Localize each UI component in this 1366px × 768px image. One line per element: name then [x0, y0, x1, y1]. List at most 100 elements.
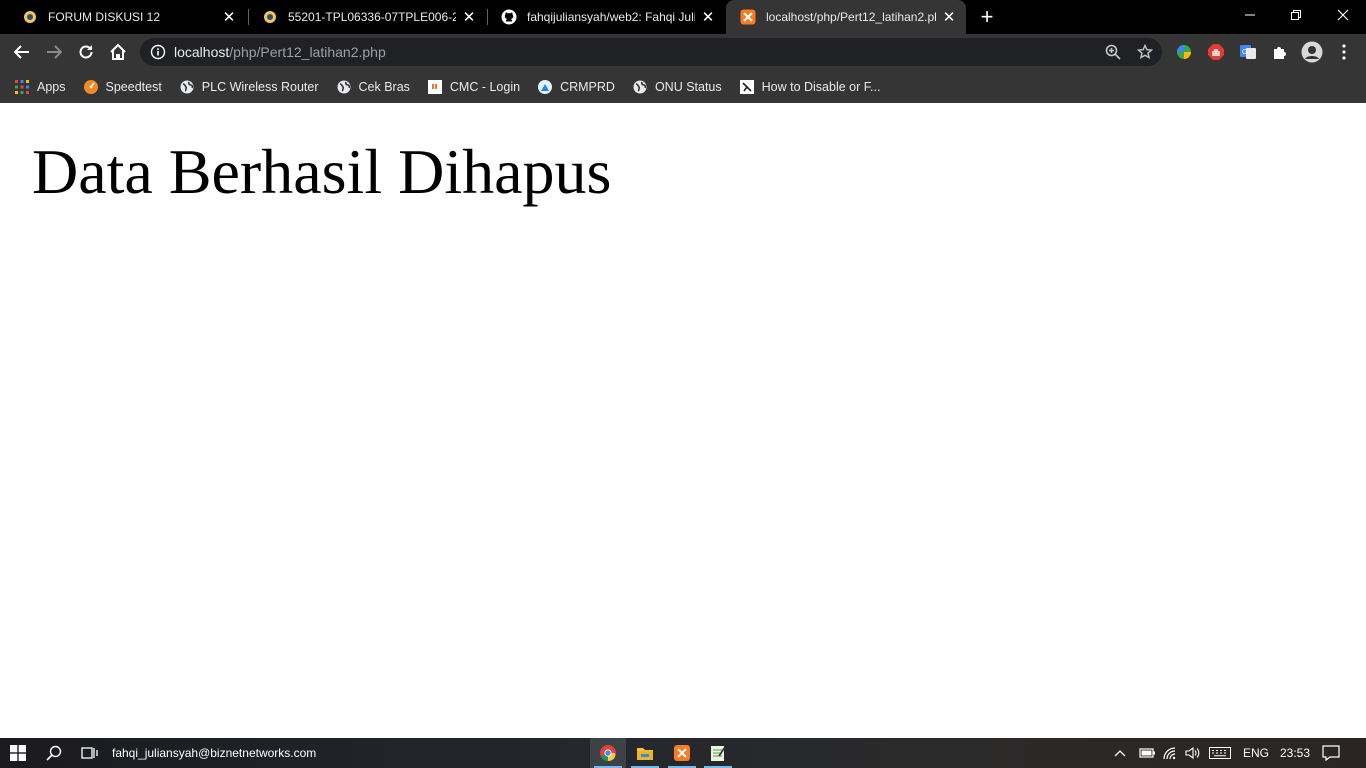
home-button[interactable]	[104, 38, 132, 66]
keyboard-icon	[1209, 747, 1231, 759]
url-host: localhost	[174, 44, 230, 60]
bookmark-label: CMC - Login	[449, 79, 521, 94]
ut-logo-icon	[22, 9, 38, 25]
bookmark-crmprd[interactable]: CRMPRD	[537, 79, 615, 95]
notification-icon	[1322, 745, 1340, 761]
minimize-icon	[1245, 14, 1255, 16]
bookmark-star-icon[interactable]	[1136, 42, 1154, 62]
back-arrow-icon	[14, 45, 29, 59]
svg-text:G: G	[1242, 49, 1247, 56]
chevron-up-icon	[1114, 750, 1126, 757]
bookmark-speedtest[interactable]: Speedtest	[83, 79, 162, 95]
address-bar[interactable]: localhost/php/Pert12_latihan2.php	[140, 38, 1162, 66]
url-text: localhost/php/Pert12_latihan2.php	[174, 44, 386, 60]
tab-title: FORUM DISKUSI 12	[48, 10, 161, 24]
xampp-icon	[740, 9, 756, 25]
taskbar-xampp[interactable]	[664, 738, 700, 768]
globe-icon	[336, 79, 352, 95]
tab-title: localhost/php/Pert12_latihan2.php	[766, 10, 936, 24]
profile-avatar[interactable]	[1300, 40, 1324, 64]
globe-icon	[179, 79, 195, 95]
bookmark-label: Speedtest	[105, 79, 162, 94]
xampp-icon	[674, 745, 690, 761]
taskbar-chrome[interactable]	[590, 738, 626, 768]
close-icon	[1337, 9, 1349, 21]
notepad-icon	[711, 746, 726, 761]
input-language[interactable]: ENG	[1243, 738, 1269, 768]
crm-icon	[537, 79, 553, 95]
ut-logo-icon	[262, 9, 278, 25]
extension-maps-icon[interactable]	[1174, 42, 1194, 62]
wifi-button[interactable]	[1162, 738, 1180, 768]
more-menu-icon[interactable]	[1334, 42, 1354, 62]
taskbar-notepad[interactable]	[700, 738, 736, 768]
info-icon[interactable]	[150, 44, 166, 60]
task-view-button[interactable]	[72, 738, 108, 768]
extensions-puzzle-icon[interactable]	[1270, 42, 1290, 62]
apps-grid-icon	[14, 79, 30, 95]
google-translate-icon[interactable]: G	[1238, 42, 1258, 62]
tab-forum-diskusi[interactable]: FORUM DISKUSI 12 ✕	[8, 0, 246, 34]
window-close-button[interactable]	[1320, 0, 1366, 30]
close-icon[interactable]: ✕	[699, 8, 717, 26]
bookmark-label: PLC Wireless Router	[201, 79, 319, 94]
battery-icon	[1139, 748, 1155, 758]
reload-button[interactable]	[72, 38, 100, 66]
windows-logo-icon	[10, 745, 26, 761]
back-button[interactable]	[8, 38, 36, 66]
home-icon	[110, 43, 126, 60]
new-tab-button[interactable]: +	[976, 6, 998, 28]
tab-strip: FORUM DISKUSI 12 ✕ 55201-TPL06336-07TPLE…	[0, 0, 1366, 34]
bookmarks-bar: Apps Speedtest PLC Wireless Router Cek B…	[0, 70, 1366, 103]
forward-arrow-icon	[47, 45, 62, 59]
wifi-icon	[1163, 747, 1176, 760]
touch-keyboard-button[interactable]	[1209, 738, 1233, 768]
clock[interactable]: 23:53	[1280, 738, 1310, 768]
search-button[interactable]	[36, 738, 72, 768]
bookmark-onu-status[interactable]: ONU Status	[632, 79, 722, 95]
adblock-icon[interactable]	[1206, 42, 1226, 62]
tab-title: fahqijuliansyah/web2: Fahqi Juliansyah	[527, 10, 695, 24]
page-heading: Data Berhasil Dihapus	[32, 136, 612, 207]
taskbar-file-explorer[interactable]	[627, 738, 663, 768]
windows-taskbar: fahqi_juliansyah@biznetnetworks.com ENG …	[0, 738, 1366, 768]
folder-icon	[637, 748, 653, 760]
github-icon	[501, 9, 517, 25]
bookmark-how-to-disable[interactable]: How to Disable or F...	[739, 79, 881, 95]
close-icon[interactable]: ✕	[220, 8, 238, 26]
tab-github[interactable]: fahqijuliansyah/web2: Fahqi Juliansyah ✕	[487, 0, 725, 34]
browser-toolbar: localhost/php/Pert12_latihan2.php G	[0, 34, 1366, 70]
tab-localhost[interactable]: localhost/php/Pert12_latihan2.php ✕	[726, 0, 966, 34]
minimize-button[interactable]	[1227, 0, 1273, 30]
bookmark-label: ONU Status	[654, 79, 722, 94]
cortana-text[interactable]: fahqi_juliansyah@biznetnetworks.com	[112, 738, 316, 768]
tab-tpl[interactable]: 55201-TPL06336-07TPLE006-2020 ✕	[248, 0, 486, 34]
page-content: Data Berhasil Dihapus	[0, 103, 1366, 738]
zoom-icon[interactable]	[1104, 42, 1122, 62]
action-center-button[interactable]	[1322, 738, 1344, 768]
volume-button[interactable]	[1184, 738, 1202, 768]
bookmark-label: CRMPRD	[560, 79, 615, 94]
close-icon[interactable]: ✕	[460, 8, 478, 26]
task-view-icon	[81, 747, 98, 759]
close-icon[interactable]: ✕	[940, 8, 958, 26]
bookmark-label: How to Disable or F...	[761, 79, 881, 94]
bookmark-cmc-login[interactable]: CMC - Login	[427, 79, 520, 95]
cmc-icon	[427, 79, 443, 95]
reload-icon	[79, 45, 93, 59]
speaker-icon	[1185, 746, 1200, 760]
speedtest-icon	[83, 79, 99, 95]
restore-button[interactable]	[1273, 0, 1319, 30]
url-path: /php/Pert12_latihan2.php	[229, 44, 386, 60]
bookmark-apps[interactable]: Apps	[14, 79, 66, 95]
start-button[interactable]	[0, 738, 36, 768]
bookmark-label: Apps	[37, 79, 66, 94]
globe-icon	[632, 79, 648, 95]
bookmark-plc-router[interactable]: PLC Wireless Router	[179, 79, 319, 95]
bookmark-cek-bras[interactable]: Cek Bras	[336, 79, 410, 95]
forward-button[interactable]	[40, 38, 68, 66]
battery-button[interactable]	[1138, 738, 1156, 768]
search-icon	[46, 745, 62, 761]
restore-icon	[1291, 10, 1301, 20]
show-hidden-icons-button[interactable]	[1114, 738, 1130, 768]
